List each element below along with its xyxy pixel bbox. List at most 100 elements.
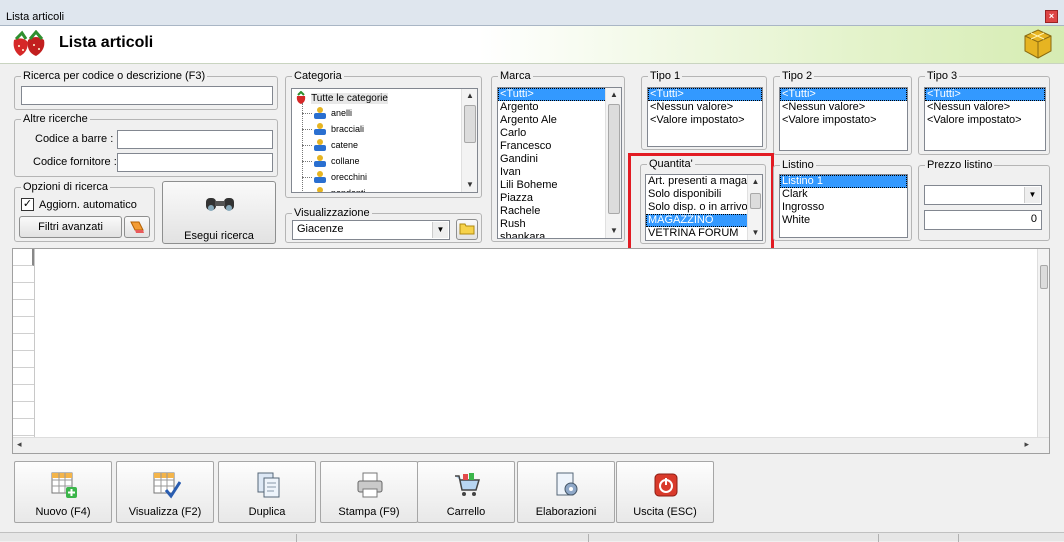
category-item[interactable]: collane [302,154,360,170]
list-item[interactable]: Gandini [498,153,621,166]
filter-eraser-button[interactable] [124,216,150,238]
type1-items: <Tutti> <Nessun valore> <Valore impostato> [648,88,762,127]
auto-update-checkbox[interactable]: ✓ [21,198,34,211]
close-icon[interactable]: × [1045,10,1058,23]
brand-scrollbar[interactable]: ▲ ▼ [605,88,621,238]
list-price-select[interactable]: ▼ [924,185,1042,205]
type3-group: Tipo 3 <Tutti> <Nessun valore> <Valore imp… [918,70,1050,155]
type2-legend: Tipo 2 [780,70,815,82]
new-grid-icon [51,472,77,498]
chevron-down-icon[interactable]: ▼ [432,222,448,238]
type2-group: Tipo 2 <Tutti> <Nessun valore> <Valore imp… [773,70,912,155]
duplicate-button[interactable]: Duplica [218,461,316,523]
grid-row-header[interactable] [13,283,34,300]
barcode-input[interactable] [117,130,273,149]
grid-row-header[interactable] [13,266,34,283]
grid-row-header[interactable] [13,402,34,419]
list-item[interactable]: Argento Ale [498,114,621,127]
search-legend: Ricerca per codice o descrizione (F3) [21,70,208,82]
grid-row-header[interactable] [13,249,34,266]
duplicate-button-label: Duplica [248,506,286,518]
tree-connector [302,160,312,162]
category-item[interactable]: orecchini [302,170,367,186]
exit-button[interactable]: Uscita (ESC) [616,461,714,523]
category-item-label: anelli [331,107,353,118]
category-scrollbar[interactable]: ▲ ▼ [461,89,477,192]
grid-row-header[interactable] [13,334,34,351]
grid-row-header[interactable] [13,419,34,436]
list-item[interactable]: <Valore impostato> [648,114,762,127]
grid-vscrollbar[interactable] [1037,249,1049,437]
tree-connector [302,193,312,194]
list-item[interactable]: <Nessun valore> [925,101,1045,114]
list-item[interactable]: <Tutti> [780,88,907,101]
list-item[interactable]: Lili Boheme [498,179,621,192]
list-item[interactable]: <Tutti> [925,88,1045,101]
new-button[interactable]: Nuovo (F4) [14,461,112,523]
list-item[interactable]: <Valore impostato> [780,114,907,127]
list-item[interactable]: Argento [498,101,621,114]
search-input[interactable] [21,86,273,105]
grid-row-header[interactable] [13,368,34,385]
category-item-label: orecchini [331,171,368,182]
type3-list[interactable]: <Tutti> <Nessun valore> <Valore impostato> [924,87,1046,151]
brand-list[interactable]: <Tutti> Argento Argento Ale Carlo Francesco G… [497,87,622,239]
list-item[interactable]: Ingrosso [780,201,907,214]
list-item[interactable]: <Nessun valore> [648,101,762,114]
list-item[interactable]: Carlo [498,127,621,140]
cart-button[interactable]: Carrello [417,461,515,523]
category-item[interactable]: anelli [302,106,352,122]
grid-hscrollbar[interactable]: ◂ ▸ [13,437,1049,453]
run-search-button[interactable]: Esegui ricerca [162,181,276,244]
category-item[interactable]: bracciali [302,122,364,138]
list-item[interactable]: Ivan [498,166,621,179]
list-item[interactable]: <Valore impostato> [925,114,1045,127]
list-item[interactable]: <Tutti> [648,88,762,101]
grid-row-header[interactable] [13,317,34,334]
type2-list[interactable]: <Tutti> <Nessun valore> <Valore impostato> [779,87,908,151]
list-item[interactable]: White [780,214,907,227]
cube-icon[interactable] [1022,28,1054,60]
type3-legend: Tipo 3 [925,70,960,82]
category-node-icon [314,155,326,167]
list-item[interactable]: Rush [498,218,621,231]
open-folder-button[interactable] [456,219,478,240]
scroll-left-icon[interactable]: ◂ [17,439,22,450]
grid-row-header[interactable] [13,300,34,317]
grid-row-header[interactable] [13,385,34,402]
auto-update-label: Aggiorn. automatico [39,199,137,211]
grid-row-header[interactable] [13,351,34,368]
print-button[interactable]: Stampa (F9) [320,461,418,523]
price-list-list[interactable]: Listino 1 Clark Ingrosso White [779,174,908,238]
advanced-filters-button[interactable]: Filtri avanzati [19,216,122,238]
list-item[interactable]: shankara [498,231,621,238]
category-item-label: catene [331,139,359,150]
power-icon [654,473,678,497]
list-price-input[interactable]: 0 [924,210,1042,230]
category-legend: Categoria [292,70,344,82]
list-item[interactable]: Rachele [498,205,621,218]
supplier-code-input[interactable] [117,153,273,172]
list-item[interactable]: Piazza [498,192,621,205]
view-button[interactable]: Visualizza (F2) [116,461,214,523]
search-options-legend: Opzioni di ricerca [21,181,110,193]
type1-list[interactable]: <Tutti> <Nessun valore> <Valore impostato> [647,87,763,147]
list-item[interactable]: <Nessun valore> [780,101,907,114]
articles-grid[interactable]: ◂ ▸ [12,248,1050,454]
category-item[interactable]: catene [302,138,358,154]
scroll-right-icon[interactable]: ▸ [1024,439,1029,450]
list-item[interactable]: Clark [780,188,907,201]
tree-connector [302,112,312,114]
chevron-down-icon[interactable]: ▼ [1024,187,1040,203]
view-select[interactable]: Giacenze ▼ [292,220,450,240]
category-node-icon [317,187,323,192]
processing-button[interactable]: Elaborazioni [517,461,615,523]
category-root[interactable]: Tutte le categorie [294,90,388,105]
list-item[interactable]: Listino 1 [780,175,907,188]
category-item[interactable]: pendenti [302,186,366,194]
other-search-legend: Altre ricerche [21,113,90,125]
list-item[interactable]: Francesco [498,140,621,153]
category-tree[interactable]: Tutte le categorie anelli bracciali catene… [291,88,478,193]
view-button-label: Visualizza (F2) [128,506,202,518]
list-item[interactable]: <Tutti> [498,88,621,101]
